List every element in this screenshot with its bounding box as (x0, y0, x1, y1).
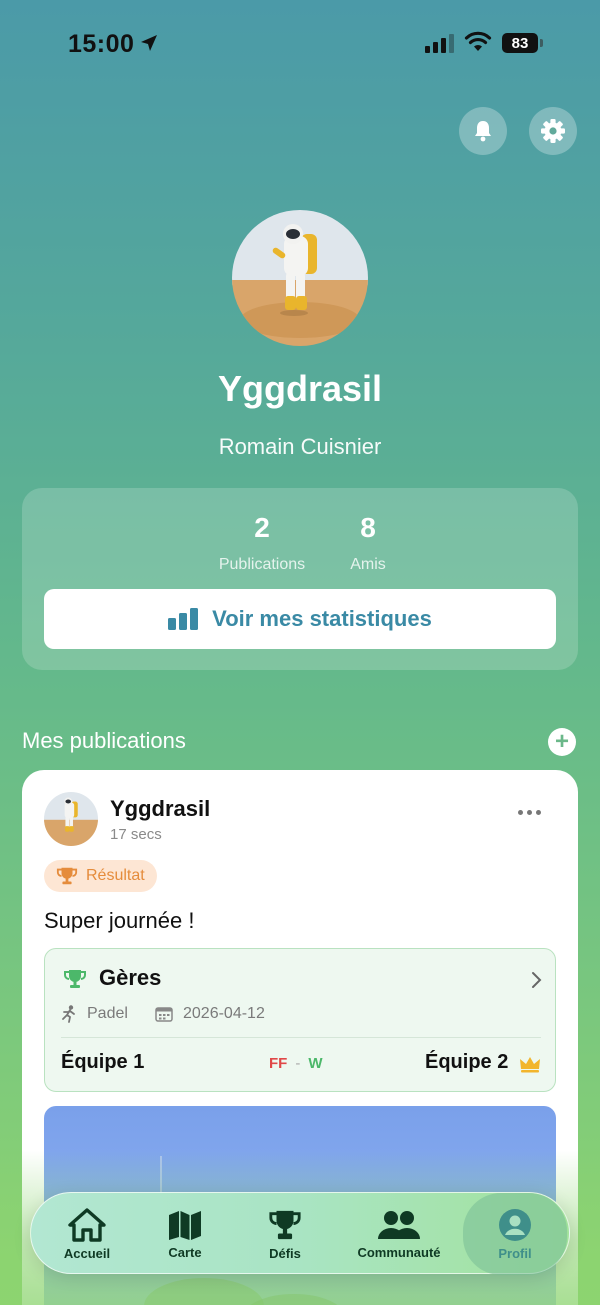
match-sport: Padel (61, 1005, 128, 1023)
match-location: Gères (99, 965, 162, 990)
wifi-icon (464, 31, 492, 51)
profile-username: Yggdrasil (217, 368, 383, 409)
settings-button[interactable] (529, 107, 577, 155)
tab-profil[interactable]: Profil (463, 1193, 567, 1275)
map-icon (169, 1210, 201, 1240)
view-statistics-label: Voir mes statistiques (212, 606, 432, 631)
post-timestamp: 17 secs (110, 826, 162, 843)
gear-icon (541, 119, 565, 143)
profile-avatar[interactable] (232, 210, 368, 346)
post-author-name[interactable]: Yggdrasil (110, 796, 210, 822)
post-author-avatar[interactable] (44, 792, 98, 846)
result-badge: Résultat (44, 860, 157, 892)
status-time: 15:00 (68, 30, 135, 58)
tab-label: Profil (498, 1245, 532, 1261)
crown-icon (520, 1057, 540, 1073)
score-team-2: W (308, 1055, 323, 1072)
post-text: Super journée ! (44, 908, 195, 933)
location-arrow-icon (141, 35, 157, 51)
match-score: FF - W (269, 1055, 323, 1072)
running-icon (62, 1005, 75, 1023)
home-icon (68, 1207, 106, 1242)
bar-chart-icon (168, 608, 199, 630)
score-separator: - (295, 1055, 301, 1072)
status-bar: 15:00 83 (0, 0, 600, 90)
view-statistics-button[interactable]: Voir mes statistiques (44, 589, 556, 649)
cellular-signal-icon (425, 33, 454, 53)
match-date-label: 2026-04-12 (183, 1005, 265, 1022)
stats-card: 2 Publications 8 Amis Voir mes statistiq… (22, 488, 578, 670)
calendar-icon (155, 1007, 173, 1022)
more-options-icon[interactable] (518, 810, 541, 815)
tab-label: Communauté (357, 1244, 441, 1260)
bell-icon (475, 121, 491, 142)
match-result-card[interactable]: Gères Padel 2026-04-12 Équipe 1 FF - W É… (44, 948, 556, 1092)
battery-tip (540, 39, 543, 47)
trophy-icon (269, 1210, 301, 1239)
tab-label: Défis (269, 1245, 301, 1261)
chevron-right-icon (532, 972, 542, 988)
trophy-icon (56, 867, 78, 885)
tab-label: Carte (168, 1244, 202, 1260)
tab-communaute[interactable]: Communauté (349, 1193, 449, 1275)
stat-value: 2 (254, 512, 270, 543)
stat-publications[interactable]: 2 Publications (212, 512, 312, 574)
tab-carte[interactable]: Carte (145, 1193, 225, 1275)
result-badge-label: Résultat (86, 867, 145, 884)
notifications-button[interactable] (459, 107, 507, 155)
tab-accueil[interactable]: Accueil (47, 1193, 127, 1275)
users-icon (378, 1210, 420, 1239)
tab-defis[interactable]: Défis (245, 1193, 325, 1275)
user-icon (499, 1208, 531, 1241)
divider (61, 1037, 541, 1038)
stat-friends[interactable]: 8 Amis (328, 512, 408, 574)
stat-label: Amis (350, 556, 386, 573)
trophy-icon (64, 970, 86, 988)
profile-full-name: Romain Cuisnier (218, 434, 382, 459)
tab-label: Accueil (63, 1245, 111, 1261)
add-publication-button[interactable]: + (548, 728, 576, 756)
stat-value: 8 (360, 512, 376, 543)
match-date: 2026-04-12 (155, 1005, 265, 1023)
battery-indicator: 83 (502, 33, 538, 53)
tab-bar: Accueil Carte Défis Communauté Profil (30, 1192, 570, 1275)
match-sport-label: Padel (87, 1005, 128, 1022)
team-2-name: Équipe 2 (425, 1051, 509, 1073)
section-title: Mes publications (22, 728, 186, 753)
score-team-1: FF (269, 1055, 288, 1072)
stat-label: Publications (218, 556, 306, 573)
team-1-name: Équipe 1 (61, 1051, 145, 1073)
